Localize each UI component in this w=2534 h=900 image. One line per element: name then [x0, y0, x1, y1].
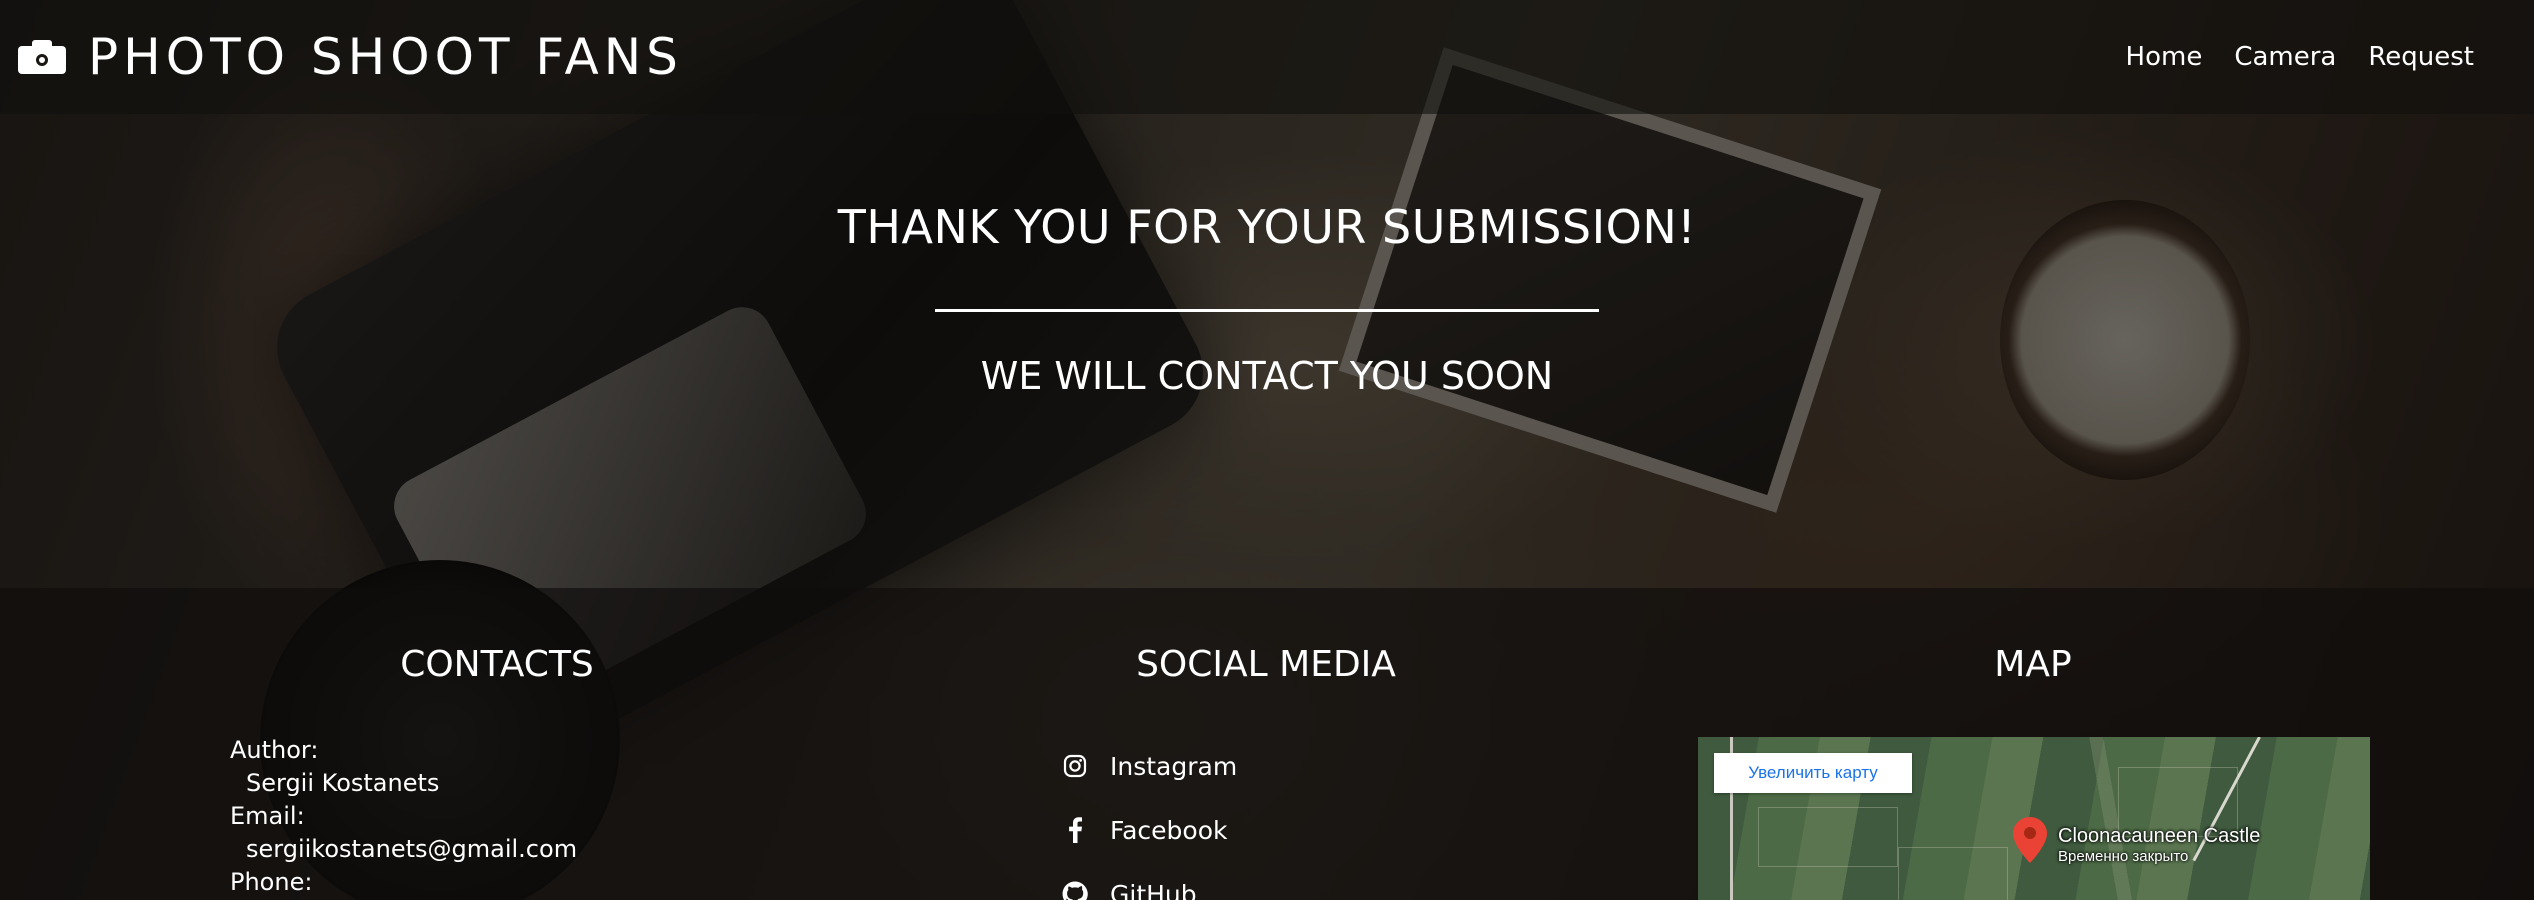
brand[interactable]: PHOTO SHOOT FANS: [18, 28, 683, 86]
github-label: GitHub: [1110, 879, 1197, 900]
author-value: Sergii Kostanets: [246, 769, 440, 797]
instagram-label: Instagram: [1110, 751, 1238, 781]
map-place-label[interactable]: Cloonacauneen Castle Временно закрыто: [2058, 825, 2260, 865]
main-nav: Home Camera Request: [2126, 42, 2474, 72]
nav-home-link[interactable]: Home: [2126, 42, 2203, 72]
map-place-name: Cloonacauneen Castle: [2058, 825, 2261, 847]
facebook-icon: [1062, 817, 1088, 843]
email-label: Email:: [230, 802, 305, 830]
github-link[interactable]: GitHub: [1062, 862, 1237, 900]
map-title: MAP: [1994, 644, 2072, 685]
site-footer: CONTACTS SOCIAL MEDIA MAP Author: Sergii…: [0, 588, 2534, 900]
site-header: PHOTO SHOOT FANS Home Camera Request: [0, 0, 2534, 114]
divider: [935, 309, 1599, 312]
thank-you-title: THANK YOU FOR YOUR SUBMISSION!: [837, 200, 1697, 254]
social-links: Instagram Facebook GitHub: [1062, 734, 1237, 900]
email-value[interactable]: sergiikostanets@gmail.com: [230, 833, 577, 866]
contacts-block: Author: Sergii Kostanets Email: sergiiko…: [230, 734, 577, 899]
contacts-title: CONTACTS: [400, 644, 594, 685]
instagram-icon: [1062, 753, 1088, 779]
nav-request-link[interactable]: Request: [2368, 42, 2474, 72]
map-place-status: Временно закрыто: [2058, 848, 2189, 865]
enlarge-map-button[interactable]: Увеличить карту: [1714, 753, 1912, 793]
github-icon: [1062, 881, 1088, 900]
map-pin-icon[interactable]: [2013, 817, 2047, 863]
facebook-link[interactable]: Facebook: [1062, 798, 1237, 862]
map-embed[interactable]: Увеличить карту Cloonacauneen Castle Вре…: [1698, 737, 2370, 900]
instagram-link[interactable]: Instagram: [1062, 734, 1237, 798]
thank-you-section: THANK YOU FOR YOUR SUBMISSION! WE WILL C…: [0, 200, 2534, 398]
camera-icon: [18, 40, 66, 74]
phone-label: Phone:: [230, 868, 313, 896]
thank-you-subtitle: WE WILL CONTACT YOU SOON: [980, 354, 1554, 398]
facebook-label: Facebook: [1110, 815, 1228, 845]
social-media-title: SOCIAL MEDIA: [1136, 644, 1396, 685]
author-label: Author:: [230, 736, 319, 764]
brand-title: PHOTO SHOOT FANS: [88, 28, 683, 86]
nav-camera-link[interactable]: Camera: [2234, 42, 2336, 72]
